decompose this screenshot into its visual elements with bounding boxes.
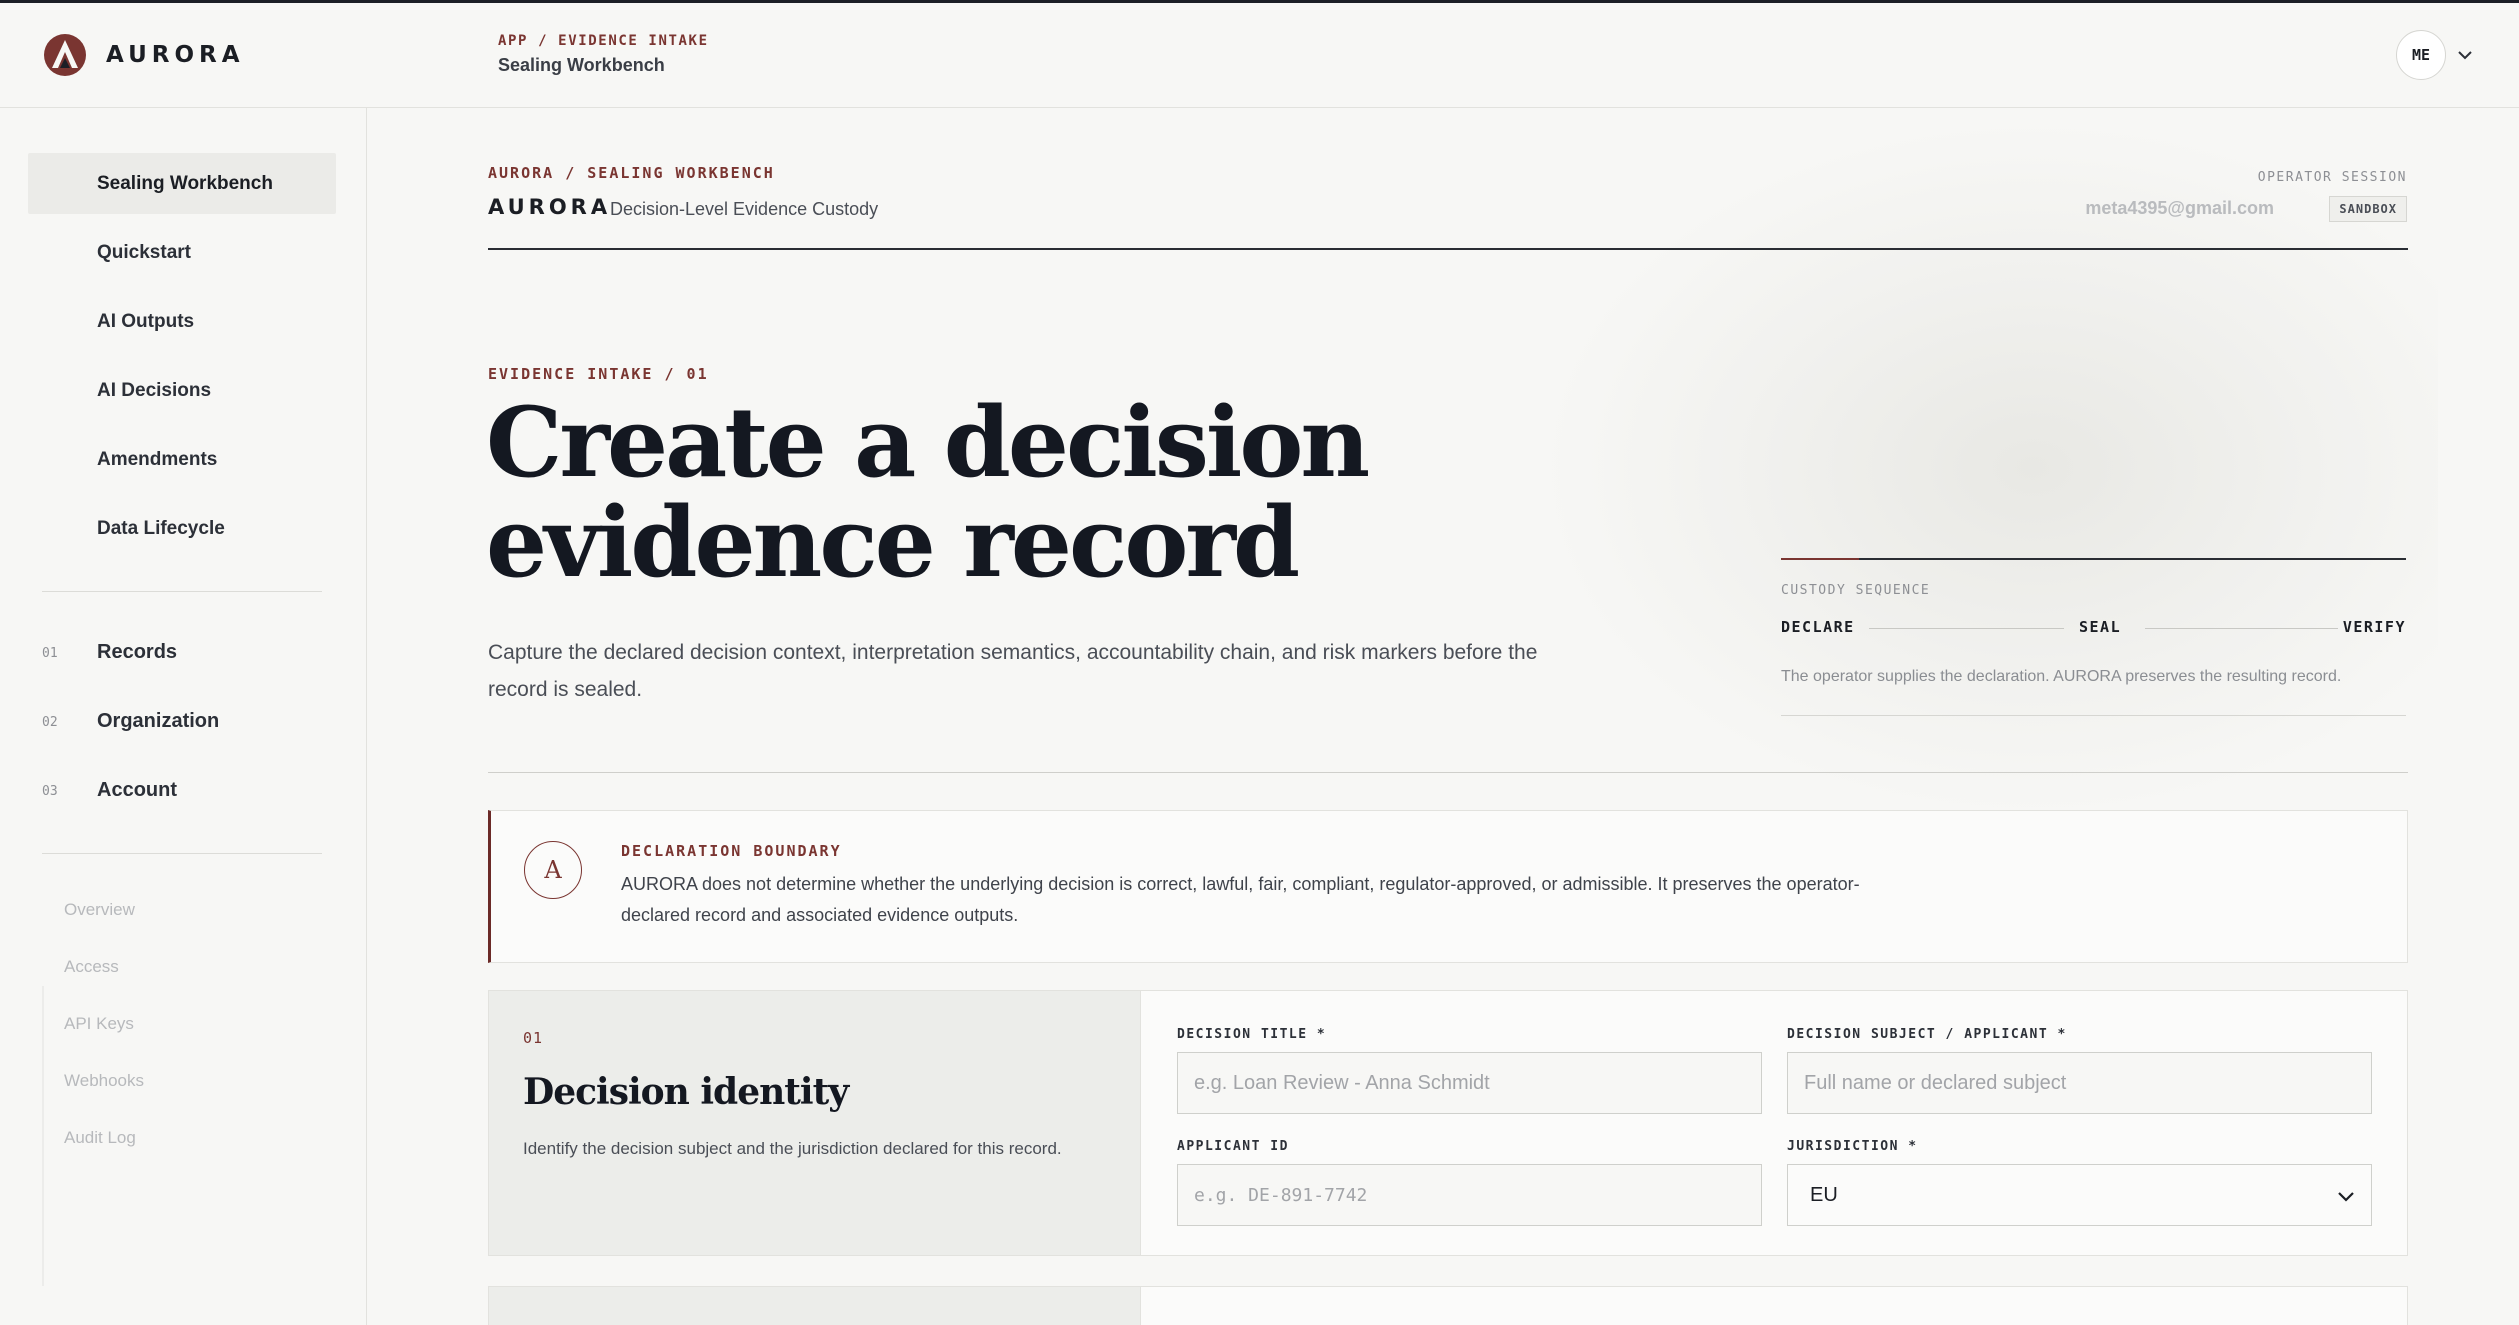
sidebar-number: 03 bbox=[42, 784, 58, 799]
subnav-item-audit-log[interactable]: Audit Log bbox=[64, 1128, 136, 1148]
card-title: Decision identity bbox=[523, 1071, 849, 1113]
sidebar-item-account[interactable]: Account bbox=[97, 779, 177, 802]
sidebar-item-records[interactable]: Records bbox=[97, 641, 177, 664]
chevron-down-icon[interactable] bbox=[2456, 46, 2474, 64]
decision-identity-card: 01 Decision identity Identify the decisi… bbox=[488, 990, 2408, 1256]
sidebar-item-quickstart[interactable]: Quickstart bbox=[28, 222, 336, 283]
subnav-rail bbox=[42, 986, 44, 1286]
applicant-id-input[interactable] bbox=[1177, 1164, 1762, 1226]
avatar[interactable]: ME bbox=[2396, 30, 2446, 80]
main-content: AURORA / SEALING WORKBENCH AURORA Decisi… bbox=[368, 108, 2519, 1325]
custody-label: CUSTODY SEQUENCE bbox=[1781, 583, 1931, 598]
step-verify: VERIFY bbox=[2342, 618, 2406, 636]
card-description: Identify the decision subject and the ju… bbox=[523, 1139, 1062, 1158]
sidebar-item-amendments[interactable]: Amendments bbox=[28, 429, 336, 490]
decision-title-input[interactable] bbox=[1177, 1052, 1762, 1114]
sidebar-item-organization[interactable]: Organization bbox=[97, 710, 219, 733]
background-decoration bbox=[1538, 118, 2438, 818]
card-number: 01 bbox=[523, 1029, 544, 1047]
environment-badge: SANDBOX bbox=[2329, 196, 2407, 222]
sidebar-divider bbox=[42, 591, 322, 592]
decision-title-label: DECISION TITLE * bbox=[1177, 1027, 1327, 1042]
sidebar-number: 01 bbox=[42, 646, 58, 661]
header-rule bbox=[488, 248, 2408, 250]
custody-track bbox=[1781, 558, 2406, 560]
boundary-badge: A bbox=[524, 841, 582, 899]
section-rule bbox=[488, 772, 2408, 773]
section-brand: AURORA bbox=[488, 195, 612, 219]
step-connector bbox=[2145, 628, 2338, 629]
custody-steps: DECLARE SEAL VERIFY bbox=[1781, 618, 2406, 638]
operator-session-label: OPERATOR SESSION bbox=[2257, 170, 2407, 185]
subnav-item-api-keys[interactable]: API Keys bbox=[64, 1014, 134, 1034]
chevron-down-icon bbox=[2338, 1192, 2354, 1202]
subnav-item-webhooks[interactable]: Webhooks bbox=[64, 1071, 144, 1091]
card-intro bbox=[489, 1287, 1141, 1325]
brand[interactable]: AURORA bbox=[42, 32, 245, 78]
boundary-title: DECLARATION BOUNDARY bbox=[621, 842, 842, 860]
jurisdiction-select[interactable]: EU bbox=[1787, 1164, 2372, 1226]
sidebar-divider bbox=[42, 853, 322, 854]
breadcrumb-path[interactable]: APP / EVIDENCE INTAKE bbox=[498, 33, 709, 49]
subnav-item-access[interactable]: Access bbox=[64, 957, 119, 977]
sidebar: Sealing Workbench Quickstart AI Outputs … bbox=[0, 108, 367, 1325]
custody-rule bbox=[1781, 715, 2406, 716]
section-subtitle: Decision-Level Evidence Custody bbox=[610, 199, 879, 219]
next-section-card bbox=[488, 1286, 2408, 1325]
operator-email: meta4395@gmail.com bbox=[2085, 198, 2274, 218]
sidebar-item-sealing-workbench[interactable]: Sealing Workbench bbox=[28, 153, 336, 214]
intake-label: EVIDENCE INTAKE / 01 bbox=[488, 365, 709, 383]
brand-name: AURORA bbox=[106, 42, 245, 68]
top-bar: AURORA APP / EVIDENCE INTAKE Sealing Wor… bbox=[0, 3, 2519, 108]
declaration-boundary: A DECLARATION BOUNDARY AURORA does not d… bbox=[488, 810, 2408, 963]
user-menu[interactable]: ME bbox=[2396, 30, 2474, 80]
custody-progress bbox=[1781, 558, 1859, 560]
sidebar-item-data-lifecycle[interactable]: Data Lifecycle bbox=[28, 498, 336, 559]
decision-subject-input[interactable] bbox=[1787, 1052, 2372, 1114]
subnav-item-overview[interactable]: Overview bbox=[64, 900, 135, 920]
step-connector bbox=[1869, 628, 2064, 629]
step-declare: DECLARE bbox=[1781, 618, 1855, 636]
custody-note: The operator supplies the declaration. A… bbox=[1781, 668, 2342, 685]
aurora-logo-icon bbox=[44, 34, 86, 76]
sidebar-item-ai-decisions[interactable]: AI Decisions bbox=[28, 360, 336, 421]
applicant-id-label: APPLICANT ID bbox=[1177, 1139, 1289, 1154]
page-title: Create a decision evidence record bbox=[486, 386, 1370, 599]
page-description: Capture the declared decision context, i… bbox=[488, 641, 1538, 701]
breadcrumb: APP / EVIDENCE INTAKE Sealing Workbench bbox=[498, 33, 709, 76]
sidebar-item-ai-outputs[interactable]: AI Outputs bbox=[28, 291, 336, 352]
jurisdiction-value: EU bbox=[1810, 1183, 1838, 1206]
boundary-text: AURORA does not determine whether the un… bbox=[621, 874, 1860, 925]
breadcrumb-title: Sealing Workbench bbox=[498, 55, 665, 75]
sidebar-number: 02 bbox=[42, 715, 58, 730]
decision-subject-label: DECISION SUBJECT / APPLICANT * bbox=[1787, 1027, 2067, 1042]
step-seal: SEAL bbox=[2079, 618, 2122, 636]
card-intro: 01 Decision identity Identify the decisi… bbox=[489, 991, 1141, 1255]
jurisdiction-label: JURISDICTION * bbox=[1787, 1139, 1918, 1154]
section-breadcrumb: AURORA / SEALING WORKBENCH bbox=[488, 164, 775, 182]
